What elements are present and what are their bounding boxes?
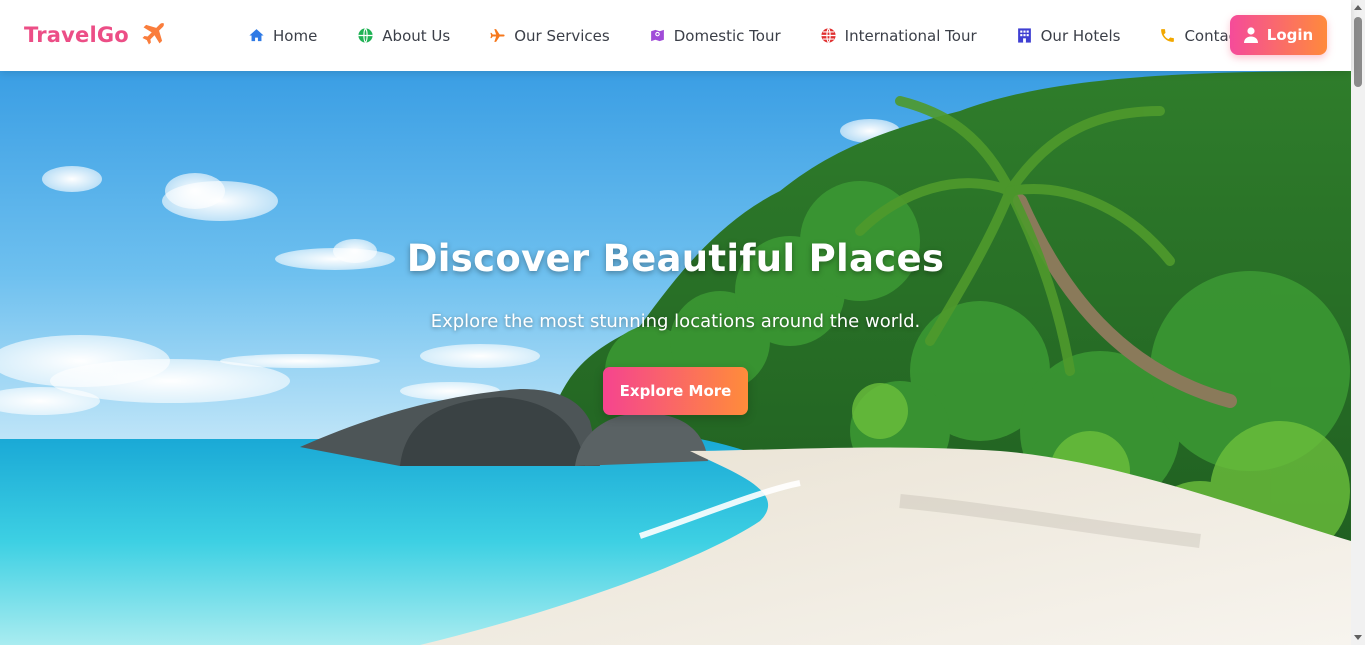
nav-item-home[interactable]: Home: [248, 18, 317, 54]
nav-item-label: International Tour: [844, 26, 977, 45]
nav-item-label: Domestic Tour: [673, 26, 781, 45]
nav-item-label: About Us: [382, 26, 451, 45]
nav-item-our-services[interactable]: Our Services: [489, 18, 610, 54]
nav-menu: Home About Us Our Services Domestic Tour…: [248, 0, 1243, 71]
page-scrollbar[interactable]: [1351, 0, 1365, 645]
nav-item-our-hotels[interactable]: Our Hotels: [1016, 18, 1121, 54]
plane-icon: [139, 21, 167, 49]
nav-item-label: Our Services: [514, 26, 610, 45]
plane-icon: [489, 27, 506, 44]
user-icon: [1243, 27, 1258, 43]
nav-item-about-us[interactable]: About Us: [357, 18, 450, 54]
scroll-up-arrow-icon[interactable]: [1351, 0, 1365, 14]
map-marker-icon: [649, 27, 666, 44]
brand-name: TravelGo: [24, 23, 129, 47]
hero-content: Discover Beautiful Places Explore the mo…: [0, 71, 1351, 645]
hero-section: Discover Beautiful Places Explore the mo…: [0, 71, 1351, 645]
globe-icon: [820, 27, 837, 44]
home-icon: [248, 27, 265, 44]
nav-item-label: Home: [273, 26, 318, 45]
phone-icon: [1159, 27, 1176, 44]
login-label: Login: [1266, 26, 1314, 44]
hero-title: Discover Beautiful Places: [406, 237, 945, 280]
scroll-down-arrow-icon[interactable]: [1351, 631, 1365, 645]
explore-more-button[interactable]: Explore More: [603, 367, 748, 415]
globe-icon: [357, 27, 374, 44]
nav-item-domestic-tour[interactable]: Domestic Tour: [649, 18, 781, 54]
top-navbar: TravelGo Home About Us Our Services Dome…: [0, 0, 1351, 71]
login-button[interactable]: Login: [1230, 15, 1327, 55]
nav-item-international-tour[interactable]: International Tour: [820, 18, 977, 54]
scrollbar-thumb[interactable]: [1354, 17, 1362, 87]
brand-logo[interactable]: TravelGo: [24, 21, 167, 49]
hotel-icon: [1016, 27, 1033, 44]
nav-item-label: Our Hotels: [1040, 26, 1121, 45]
hero-subtitle: Explore the most stunning locations arou…: [430, 311, 921, 332]
